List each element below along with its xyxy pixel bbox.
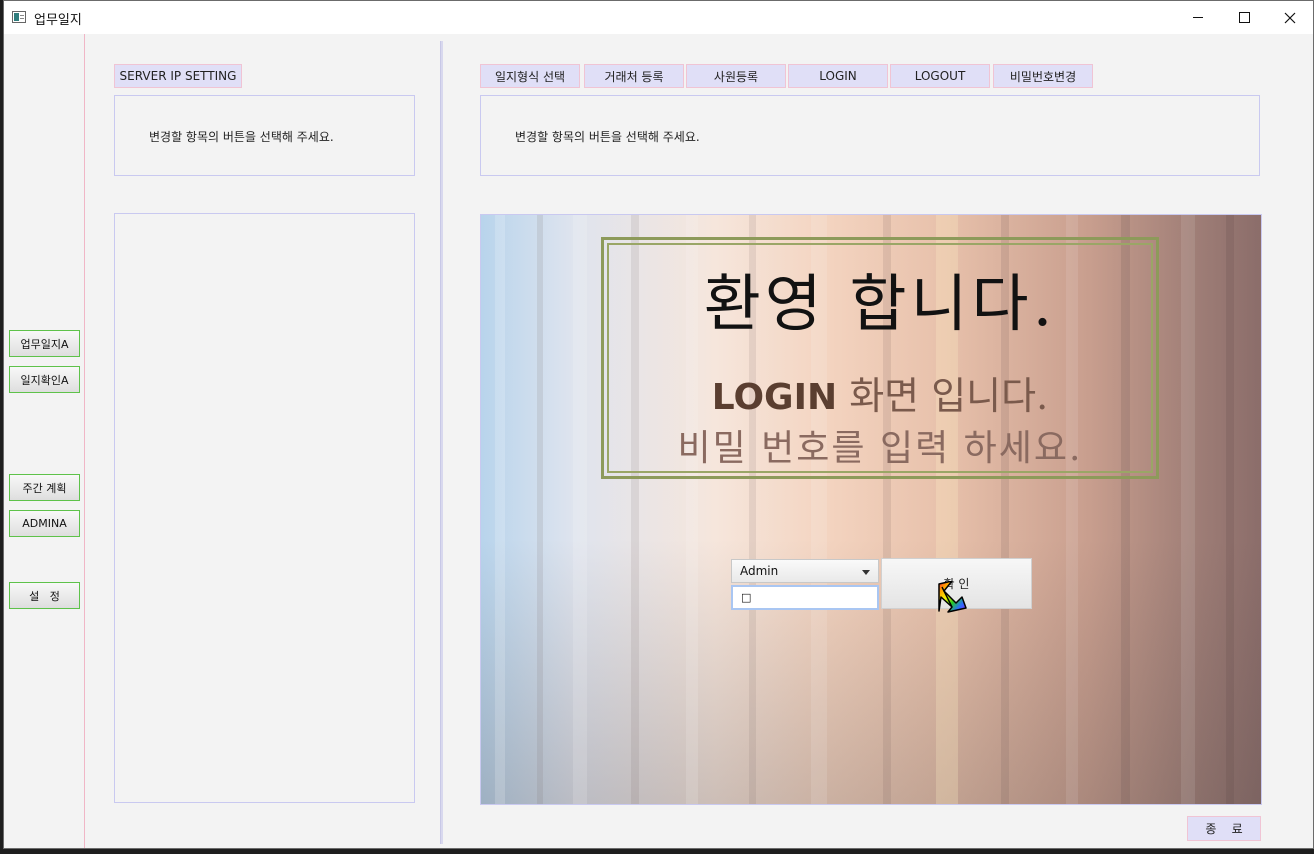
- app-window: 업무일지 업무일지A 일지확인A 주간 계획 ADMINA 설 정 SERVER…: [3, 0, 1314, 849]
- close-button[interactable]: [1267, 1, 1313, 34]
- server-ip-setting-button[interactable]: SERVER IP SETTING: [114, 64, 242, 88]
- tab-employee-register[interactable]: 사원등록: [686, 64, 786, 88]
- sidebar-item-journal-check-a[interactable]: 일지확인A: [9, 366, 80, 393]
- welcome-subheading-rest: 화면 입니다.: [837, 374, 1049, 418]
- left-message-text: 변경할 항목의 버튼을 선택해 주세요.: [149, 130, 334, 144]
- tab-login[interactable]: LOGIN: [788, 64, 888, 88]
- tab-journal-format[interactable]: 일지형식 선택: [480, 64, 580, 88]
- rainbow-cursor-icon: [938, 581, 967, 613]
- welcome-heading: 환영 합니다.: [703, 267, 1057, 340]
- sidebar-item-admina[interactable]: ADMINA: [9, 510, 80, 537]
- close-icon: [1284, 12, 1296, 23]
- maximize-icon: [1238, 12, 1250, 23]
- settings-panel: SERVER IP SETTING 변경할 항목의 버튼을 선택해 주세요.: [85, 34, 440, 848]
- tab-logout[interactable]: LOGOUT: [890, 64, 990, 88]
- sidebar-item-settings[interactable]: 설 정: [9, 582, 80, 609]
- sidebar-item-journal-a[interactable]: 업무일지A: [9, 330, 80, 357]
- window-title: 업무일지: [34, 13, 82, 28]
- welcome-subheading: LOGIN 화면 입니다.: [601, 365, 1159, 420]
- panel-divider[interactable]: [440, 41, 443, 844]
- left-message-box: 변경할 항목의 버튼을 선택해 주세요.: [114, 95, 415, 176]
- sidebar-item-weekly-plan[interactable]: 주간 계획: [9, 474, 80, 501]
- tab-client-register[interactable]: 거래처 등록: [584, 64, 684, 88]
- right-message-box: 변경할 항목의 버튼을 선택해 주세요.: [480, 95, 1260, 176]
- sidebar: 업무일지A 일지확인A 주간 계획 ADMINA 설 정: [4, 34, 85, 848]
- maximize-button[interactable]: [1221, 1, 1267, 34]
- chevron-down-icon: [862, 570, 870, 575]
- welcome-login-word: LOGIN: [711, 377, 838, 418]
- exit-button[interactable]: 종 료: [1187, 816, 1261, 841]
- app-icon: [12, 11, 26, 23]
- welcome-instruction: 비밀 번호를 입력 하세요.: [677, 428, 1083, 469]
- password-field[interactable]: □: [731, 585, 879, 610]
- title-bar: 업무일지: [4, 1, 1313, 34]
- tab-change-password[interactable]: 비밀번호변경: [993, 64, 1093, 88]
- left-content-area: [114, 213, 415, 803]
- user-select[interactable]: Admin: [731, 559, 879, 583]
- login-welcome-panel: 환영 합니다. LOGIN 화면 입니다. 비밀 번호를 입력 하세요. Adm…: [480, 214, 1262, 805]
- user-select-value: Admin: [740, 564, 779, 578]
- right-message-text: 변경할 항목의 버튼을 선택해 주세요.: [515, 130, 700, 144]
- minimize-icon: [1193, 17, 1203, 18]
- minimize-button[interactable]: [1175, 1, 1221, 34]
